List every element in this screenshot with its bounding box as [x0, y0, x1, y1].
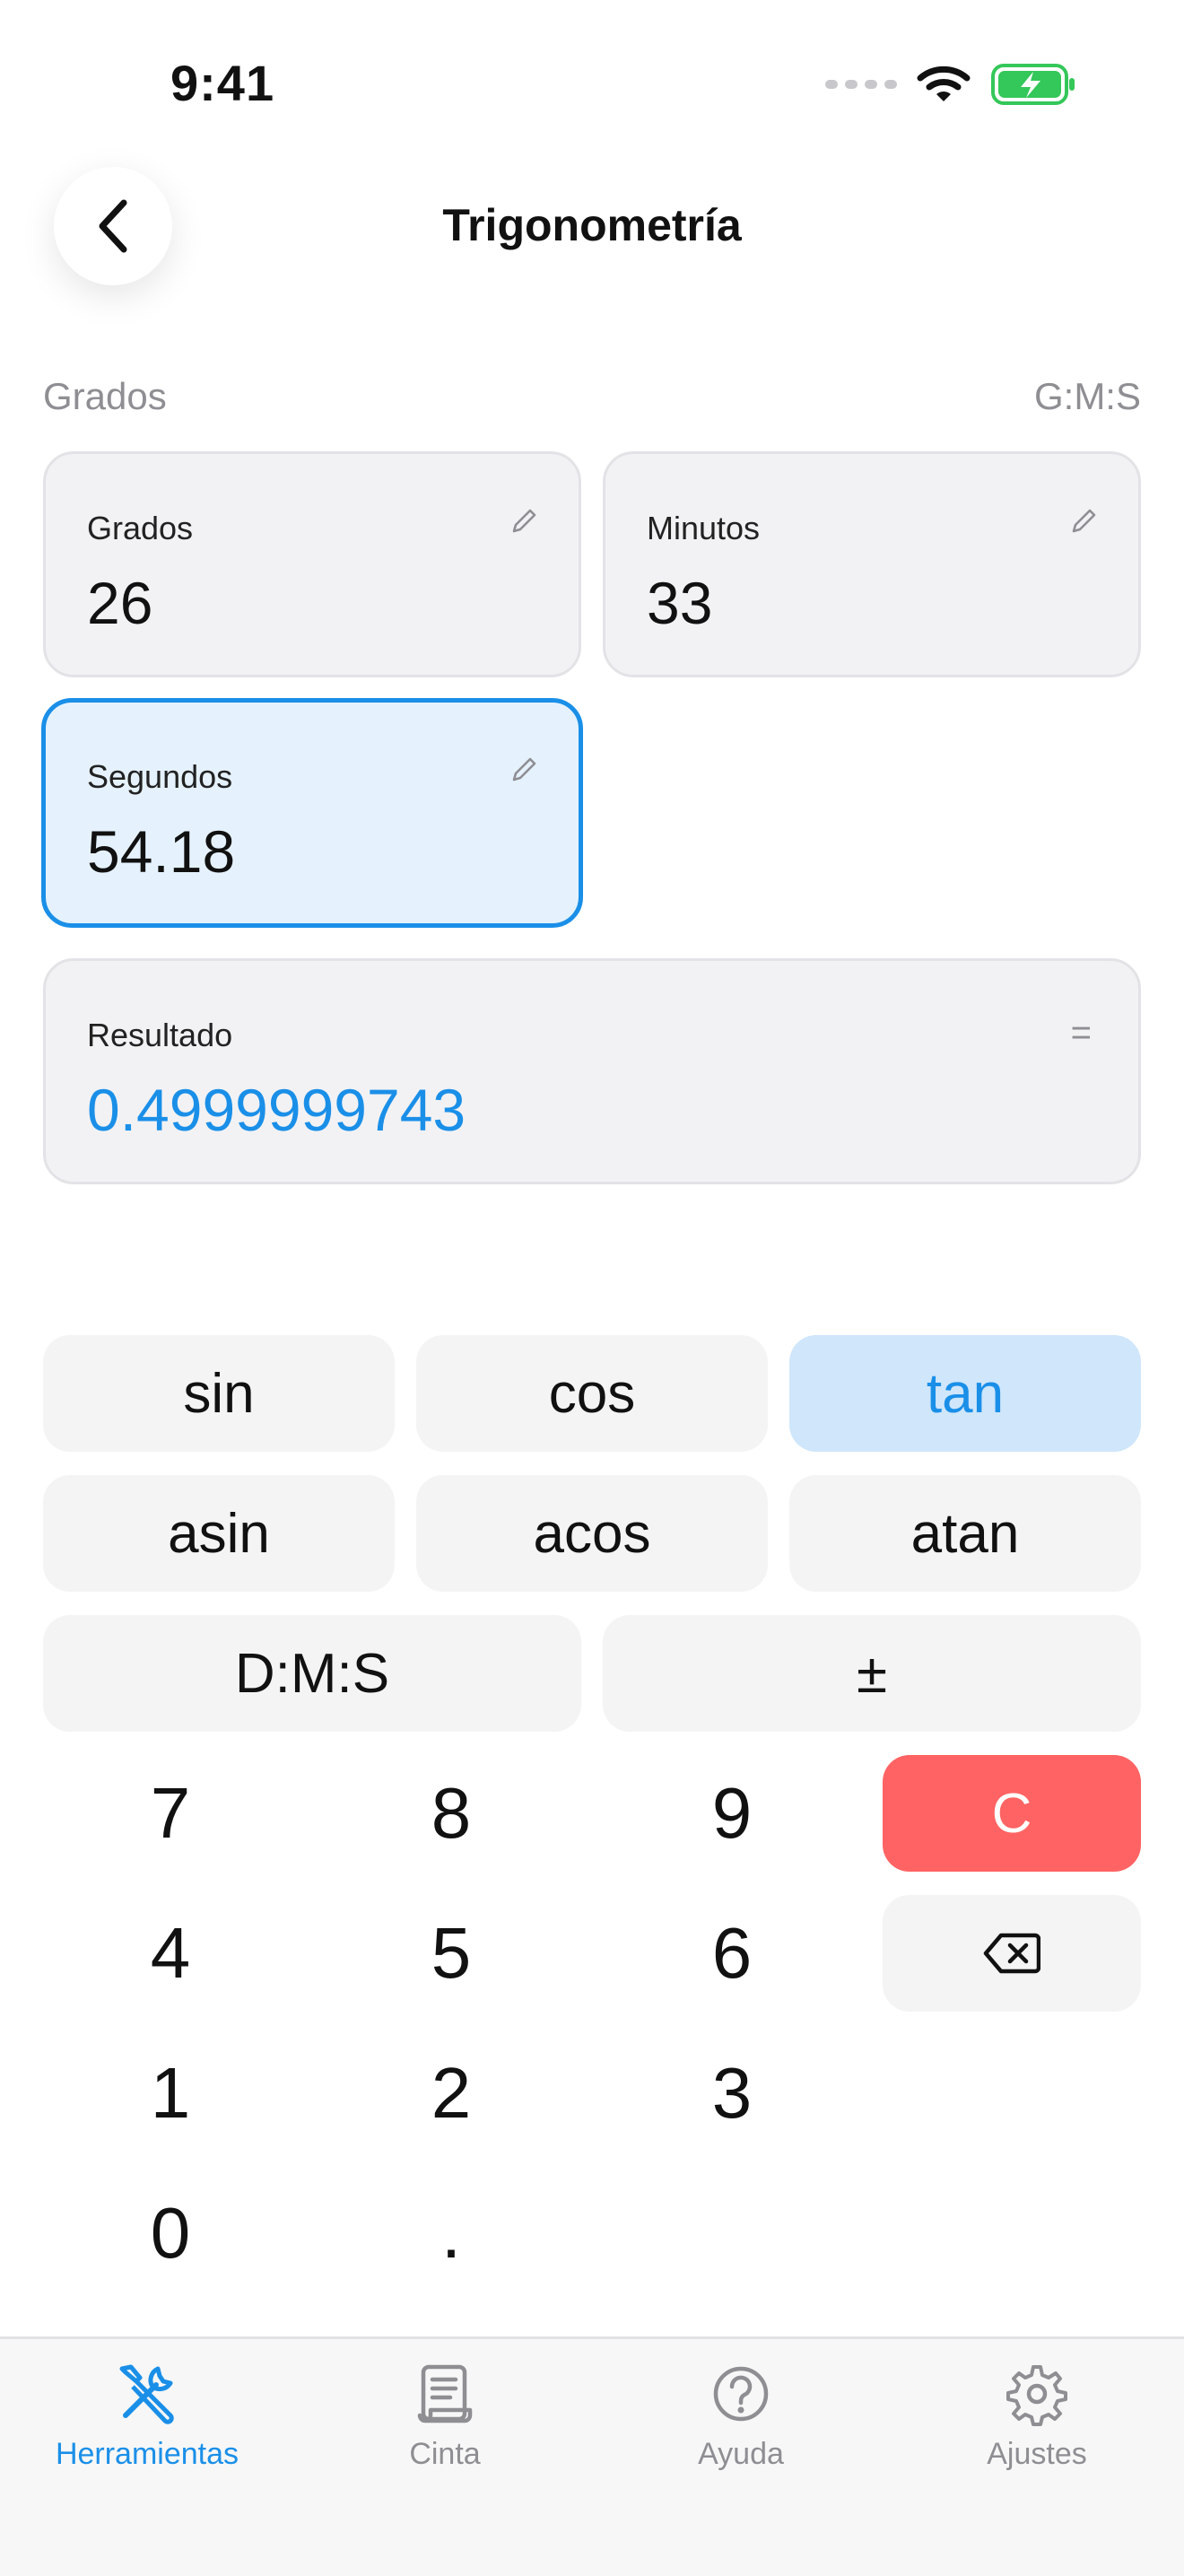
result-label: Resultado — [87, 1017, 233, 1053]
battery-icon — [991, 64, 1075, 105]
scroll-icon — [417, 2364, 473, 2423]
pencil-icon — [512, 757, 536, 782]
tab-label: Cinta — [409, 2437, 481, 2471]
help-icon — [713, 2366, 769, 2422]
pencil-icon — [1072, 509, 1096, 533]
wifi-icon — [917, 65, 971, 101]
result-card: Resultado 0.4999999743 = — [43, 958, 1141, 1184]
key-7[interactable]: 7 — [63, 1755, 278, 1872]
key-9[interactable]: 9 — [624, 1755, 840, 1872]
key-0[interactable]: 0 — [63, 2175, 278, 2292]
gear-icon — [1006, 2365, 1067, 2426]
page-title: Trigonometría — [442, 200, 742, 250]
sin-button[interactable]: sin — [43, 1335, 395, 1452]
key-8[interactable]: 8 — [344, 1755, 559, 1872]
tab-label: Ajustes — [987, 2437, 1087, 2471]
format-label[interactable]: G:M:S — [1034, 375, 1141, 418]
equals-icon: = — [1070, 1013, 1092, 1052]
minutes-label: Minutos — [647, 510, 761, 546]
pencil-icon — [512, 509, 536, 533]
key-2[interactable]: 2 — [344, 2035, 559, 2152]
degrees-card[interactable]: Grados 26 — [43, 451, 581, 677]
tools-icon — [119, 2364, 174, 2424]
seconds-card[interactable]: Segundos 54.18 — [41, 698, 583, 928]
status-icons — [825, 63, 1076, 106]
signal-dots-icon — [825, 80, 897, 89]
tab-label: Herramientas — [55, 2437, 239, 2471]
key-4[interactable]: 4 — [63, 1895, 278, 2012]
tan-button[interactable]: tan — [789, 1335, 1141, 1452]
minutes-value: 33 — [647, 570, 713, 636]
asin-button[interactable]: asin — [43, 1475, 395, 1592]
backspace-button[interactable] — [883, 1895, 1141, 2012]
backspace-icon — [983, 1933, 1040, 1974]
dms-button[interactable]: D:M:S — [43, 1615, 581, 1732]
key-5[interactable]: 5 — [344, 1895, 559, 2012]
atan-button[interactable]: atan — [789, 1475, 1141, 1592]
key-1[interactable]: 1 — [63, 2035, 278, 2152]
key-6[interactable]: 6 — [624, 1895, 840, 2012]
tab-ajustes[interactable]: Ajustes — [902, 2360, 1171, 2503]
key-3[interactable]: 3 — [624, 2035, 840, 2152]
sign-toggle-button[interactable]: ± — [603, 1615, 1141, 1732]
seconds-value: 54.18 — [87, 818, 236, 885]
tab-cinta[interactable]: Cinta — [310, 2360, 579, 2503]
clear-button[interactable]: C — [883, 1755, 1141, 1872]
minutes-card[interactable]: Minutos 33 — [603, 451, 1141, 677]
degrees-label: Grados — [87, 510, 194, 546]
tab-herramientas[interactable]: Herramientas — [13, 2360, 282, 2503]
status-time: 9:41 — [170, 55, 275, 111]
cos-button[interactable]: cos — [416, 1335, 768, 1452]
tab-label: Ayuda — [698, 2437, 784, 2471]
result-value: 0.4999999743 — [87, 1077, 466, 1143]
tab-ayuda[interactable]: Ayuda — [606, 2360, 875, 2503]
key-decimal[interactable]: . — [344, 2175, 559, 2292]
acos-button[interactable]: acos — [416, 1475, 768, 1592]
seconds-label: Segundos — [87, 758, 233, 795]
mode-label: Grados — [43, 375, 167, 417]
degrees-value: 26 — [87, 570, 153, 636]
